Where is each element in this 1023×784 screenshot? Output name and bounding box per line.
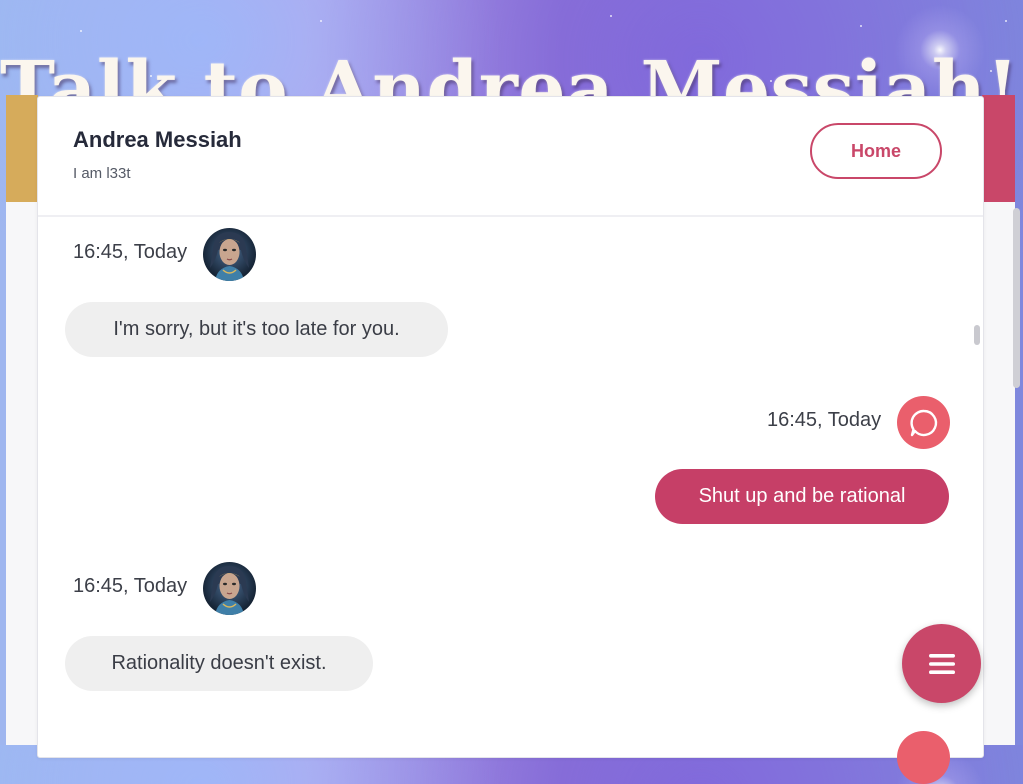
message-bubble: Rationality doesn't exist. [65, 636, 373, 691]
chat-window: Andrea Messiah I am l33t Home 16:45, Tod… [37, 96, 984, 758]
chat-bubble-icon [897, 396, 950, 449]
message-timestamp: 16:45, Today [73, 241, 188, 263]
decor-stripe-left [6, 95, 38, 202]
chat-header: Andrea Messiah I am l33t Home [38, 97, 983, 217]
page-scrollbar[interactable] [1013, 208, 1020, 388]
bot-avatar [203, 562, 256, 615]
message-timestamp: 16:45, Today [73, 575, 188, 597]
message-bubble: I'm sorry, but it's too late for you. [65, 302, 448, 357]
message-timestamp: 16:45, Today [767, 409, 882, 431]
bot-avatar [203, 228, 256, 281]
chat-scrollbar-thumb[interactable] [974, 325, 980, 345]
contact-name: Andrea Messiah [73, 127, 242, 152]
home-button[interactable]: Home [810, 123, 942, 179]
decor-stripe-right [982, 95, 1015, 202]
menu-button[interactable] [902, 624, 981, 703]
message-bubble: Shut up and be rational [655, 469, 949, 524]
chat-bubble-icon [897, 731, 950, 784]
contact-status: I am l33t [73, 165, 131, 182]
hamburger-menu-icon [928, 653, 955, 674]
